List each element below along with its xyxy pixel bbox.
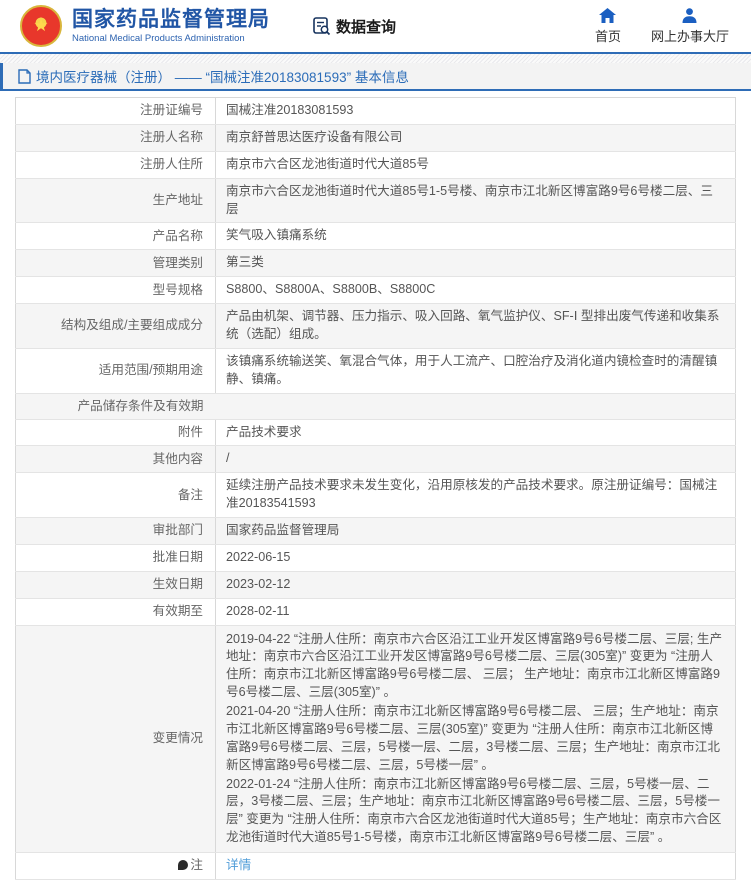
national-emblem-logo: ★ [20,5,62,47]
row-value: 2028-02-11 [215,598,736,626]
data-query-tab[interactable]: 数据查询 [312,16,396,37]
change-record-paragraph: 2021-04-20 “注册人住所：南京市江北新区博富路9号6号楼二层、 三层；… [226,704,720,772]
row-value: / [215,445,736,474]
row-label: 生效日期 [15,571,216,599]
change-record-paragraph: 2022-01-24 “注册人住所：南京市江北新区博富路9号6号楼二层、三层，5… [226,776,722,845]
table-row: 注详情 [15,852,736,880]
table-row: 注册人名称 南京舒普思达医疗设备有限公司 [15,124,736,152]
row-value: 国家药品监督管理局 [215,517,736,545]
row-label: 备注 [15,472,216,518]
row-label: 其他内容 [15,445,216,474]
row-value: 国械注准20183081593 [215,97,736,125]
row-value: 详情 [215,852,736,880]
table-row: 变更情况 2019-04-22 “注册人住所：南京市六合区沿江工业开发区博富路9号… [15,625,736,853]
site-header: ★ 国家药品监督管理局 National Medical Products Ad… [0,0,751,52]
nav-service-hall[interactable]: 网上办事大厅 [650,7,729,45]
table-row: 附件 产品技术要求 [15,419,736,447]
row-label: 审批部门 [15,517,216,545]
row-label: 附件 [15,419,216,447]
nav-home[interactable]: 首页 [594,7,621,45]
document-search-icon [312,16,332,36]
row-value: 该镇痛系统输送笑、氧混合气体，用于人工流产、口腔治疗及消化道内镜检查时的清醒镇静… [215,348,736,394]
row-label: 注册证编号 [15,97,216,125]
table-wrap: 注册证编号 国械注准20183081593 注册人名称 南京舒普思达医疗设备有限公司注… [0,91,751,880]
row-value: 产品技术要求 [215,419,736,447]
person-icon [682,7,697,23]
row-value: S8800、S8800A、S8800B、S8800C [215,276,736,304]
row-value [215,393,736,420]
table-row: 注册证编号 国械注准20183081593 [15,97,736,125]
table-row: 生产地址 南京市六合区龙池街道时代大道85号1-5号楼、南京市江北新区博富路9号6… [15,178,736,224]
table-row: 产品名称 笑气吸入镇痛系统 [15,222,736,251]
note-balloon-icon [178,860,189,871]
row-label: 型号规格 [15,276,216,304]
row-label: 产品储存条件及有效期 [15,393,216,420]
row-label: 注册人名称 [15,124,216,152]
nav-service-hall-label: 网上办事大厅 [650,28,729,44]
row-label: 产品名称 [15,222,216,251]
row-value: 南京舒普思达医疗设备有限公司 [215,124,736,152]
row-value: 产品由机架、调节器、压力指示、吸入回路、氧气监护仪、SF-Ⅰ 型排出废气传递和收… [215,303,736,349]
table-row: 备注 延续注册产品技术要求未发生变化，沿用原核发的产品技术要求。原注册证编号：国械… [15,472,736,518]
change-record-paragraph: 2019-04-22 “注册人住所：南京市六合区沿江工业开发区博富路9号6号楼二… [226,631,723,700]
table-row: 注册人住所 南京市六合区龙池街道时代大道85号 [15,151,736,179]
table-row: 管理类别 第三类 [15,249,736,278]
page-document-icon [18,68,36,84]
table-row: 产品储存条件及有效期 [15,393,736,420]
table-row: 其他内容 / [15,445,736,474]
org-name-zh: 国家药品监督管理局 [72,7,270,31]
row-label: 适用范围/预期用途 [15,348,216,394]
hatched-band [0,54,751,63]
table-row: 生效日期 2023-02-12 [15,571,736,599]
row-label: 生产地址 [15,178,216,224]
row-value: 南京市六合区龙池街道时代大道85号 [215,151,736,179]
org-title-block: 国家药品监督管理局 National Medical Products Admi… [72,8,270,44]
data-query-label: 数据查询 [336,18,397,36]
row-value: 延续注册产品技术要求未发生变化，沿用原核发的产品技术要求。原注册证编号：国械注准… [215,472,736,518]
home-icon [599,7,617,23]
row-label: 注 [15,852,216,880]
page-title-bar: 境内医疗器械（注册） —— “国械注准20183081593” 基本信息 [0,63,751,91]
table-row: 批准日期 2022-06-15 [15,544,736,572]
row-value: 2019-04-22 “注册人住所：南京市六合区沿江工业开发区博富路9号6号楼二… [215,625,736,853]
page-title: 境内医疗器械（注册） —— “国械注准20183081593” 基本信息 [36,70,409,85]
row-label: 结构及组成/主要组成成分 [15,303,216,349]
org-name-en: National Medical Products Administration [72,33,245,45]
top-nav: 首页 网上办事大厅 [594,7,729,45]
nav-home-label: 首页 [594,28,621,44]
table-row: 有效期至 2028-02-11 [15,598,736,626]
table-row: 审批部门 国家药品监督管理局 [15,517,736,545]
row-label: 有效期至 [15,598,216,626]
row-value: 笑气吸入镇痛系统 [215,222,736,251]
row-value: 2022-06-15 [215,544,736,572]
row-label: 批准日期 [15,544,216,572]
row-value: 2023-02-12 [215,571,736,599]
table-row: 型号规格 S8800、S8800A、S8800B、S8800C [15,276,736,304]
table-row: 适用范围/预期用途 该镇痛系统输送笑、氧混合气体，用于人工流产、口腔治疗及消化道内… [15,348,736,394]
row-value: 南京市六合区龙池街道时代大道85号1-5号楼、南京市江北新区博富路9号6号楼二层… [215,178,736,224]
detail-link[interactable]: 详情 [226,858,251,872]
row-label: 变更情况 [15,625,216,853]
table-row: 结构及组成/主要组成成分 产品由机架、调节器、压力指示、吸入回路、氧气监护仪、SF… [15,303,736,349]
registration-info-table: 注册证编号 国械注准20183081593 注册人名称 南京舒普思达医疗设备有限公司注… [15,97,736,880]
row-label: 管理类别 [15,249,216,278]
row-label: 注册人住所 [15,151,216,179]
row-value: 第三类 [215,249,736,278]
